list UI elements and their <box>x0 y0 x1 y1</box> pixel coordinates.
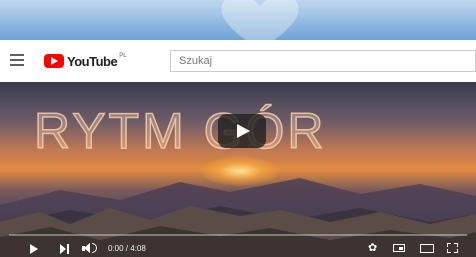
next-icon[interactable] <box>60 244 70 254</box>
youtube-logo[interactable]: YouTube PL <box>44 52 127 70</box>
player-controls: 0:00 / 4:08 ✿ <box>0 239 476 257</box>
video-player[interactable]: RYTM GÓR <box>0 82 476 257</box>
youtube-play-badge-icon <box>44 54 64 68</box>
hamburger-icon[interactable] <box>10 54 24 66</box>
fullscreen-icon[interactable] <box>447 243 458 253</box>
miniplayer-icon[interactable] <box>393 244 405 252</box>
youtube-header: YouTube PL Szukaj <box>0 40 476 83</box>
gear-icon[interactable]: ✿ <box>368 243 378 254</box>
heart-shape <box>221 0 299 40</box>
progress-bar[interactable] <box>9 234 467 236</box>
theater-icon[interactable] <box>420 244 434 253</box>
top-banner <box>0 0 476 40</box>
play-icon[interactable] <box>30 244 38 254</box>
search-placeholder: Szukaj <box>179 55 213 67</box>
logo-wordmark: YouTube <box>67 53 118 69</box>
volume-wave <box>92 243 97 253</box>
search-input[interactable]: Szukaj <box>170 50 476 72</box>
time-display: 0:00 / 4:08 <box>108 244 146 253</box>
play-button[interactable] <box>218 114 266 148</box>
sun-glow <box>200 156 280 186</box>
country-code: PL <box>119 53 127 59</box>
